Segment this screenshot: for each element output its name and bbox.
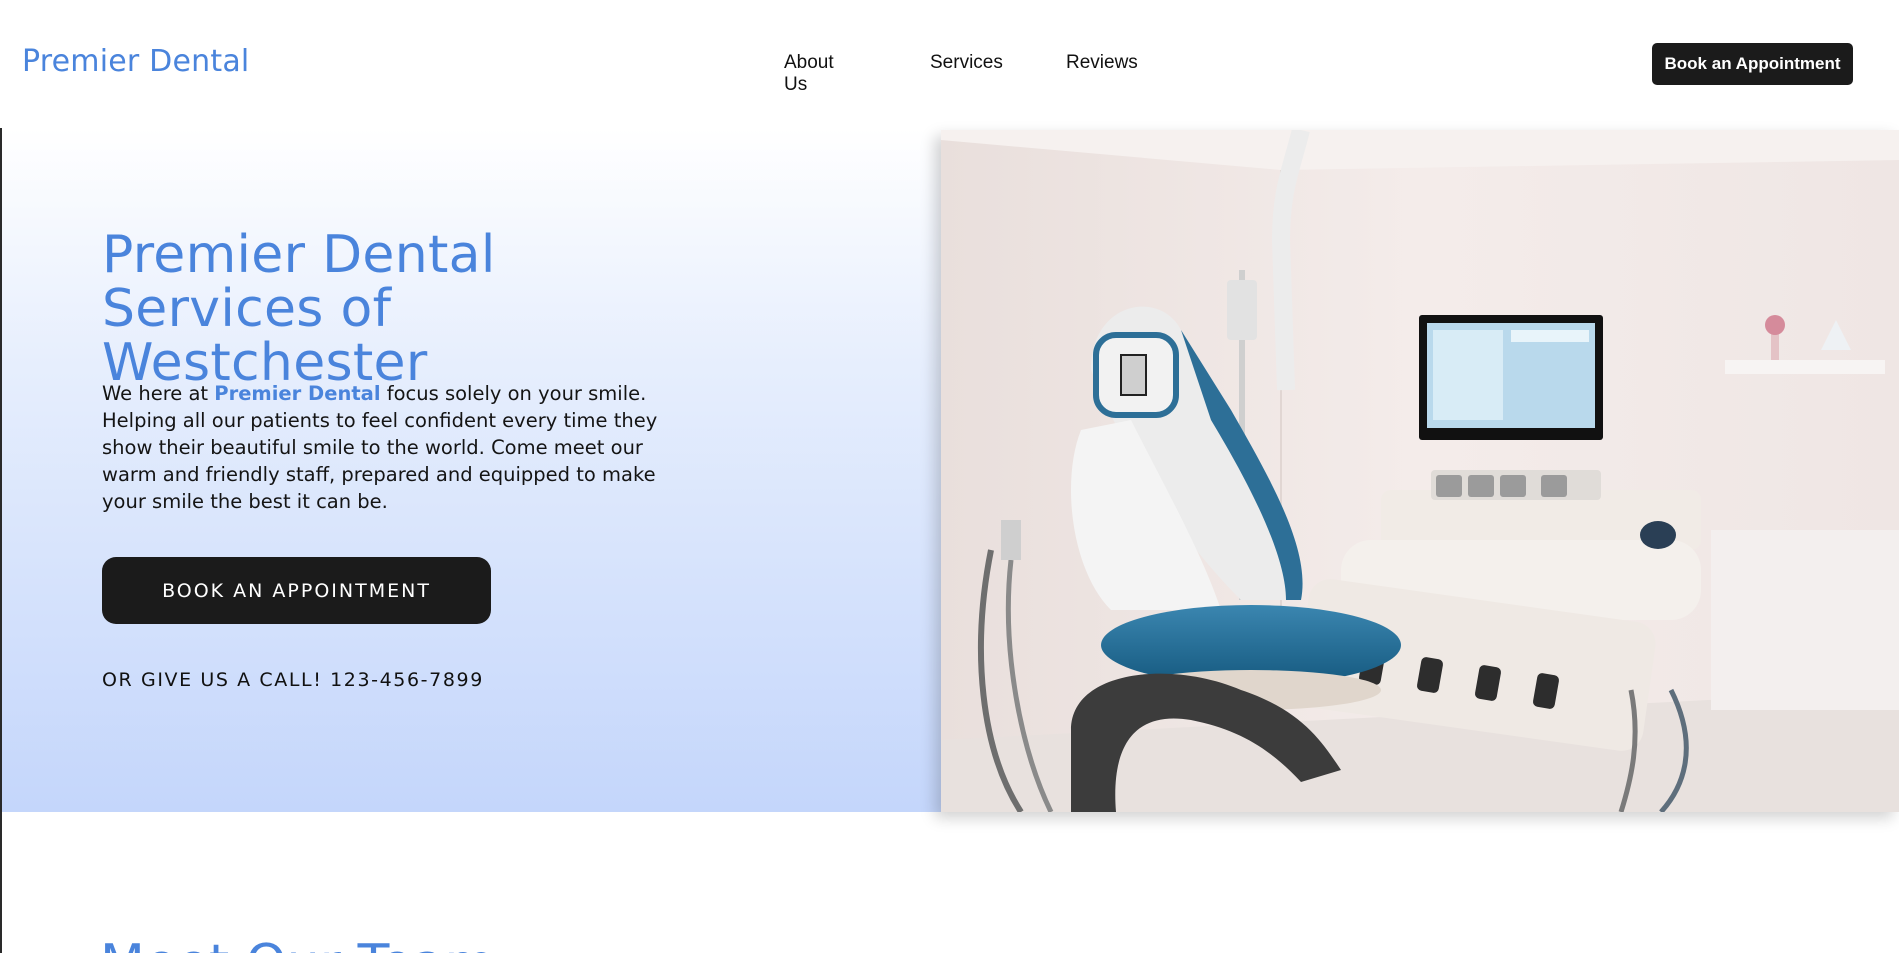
brand-logo[interactable]: Premier Dental bbox=[22, 44, 249, 79]
hero-book-appointment-button[interactable]: BOOK AN APPOINTMENT bbox=[102, 557, 491, 624]
dental-office-photo bbox=[941, 130, 1899, 812]
nav-reviews[interactable]: Reviews bbox=[1066, 52, 1138, 74]
header-book-appointment-button[interactable]: Book an Appointment bbox=[1652, 43, 1853, 85]
next-section-heading: Meet Our Team bbox=[100, 938, 495, 953]
hero-description: We here at Premier Dental focus solely o… bbox=[102, 380, 682, 515]
nav-services[interactable]: Services bbox=[930, 52, 1003, 74]
dental-chair-illustration bbox=[941, 130, 1899, 812]
site-header: Premier Dental About Us Services Reviews… bbox=[0, 0, 1899, 128]
hero-title: Premier Dental Services of Westchester bbox=[102, 225, 496, 393]
hero-body-prefix: We here at bbox=[102, 382, 215, 405]
hero-body-highlight: Premier Dental bbox=[214, 382, 381, 405]
hero-text-column: Premier Dental Services of Westchester W… bbox=[2, 128, 942, 812]
nav-about-us[interactable]: About Us bbox=[784, 52, 834, 96]
call-phone-text: OR GIVE US A CALL! 123-456-7899 bbox=[102, 669, 484, 691]
